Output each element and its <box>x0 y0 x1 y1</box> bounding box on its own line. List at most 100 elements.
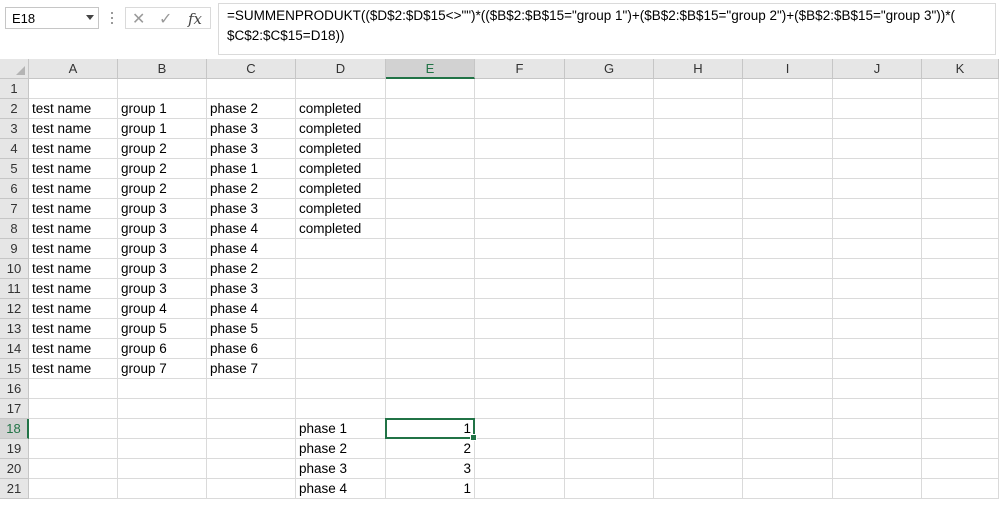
cell-j18[interactable] <box>833 419 922 439</box>
cell-f20[interactable] <box>475 459 565 479</box>
cell-f18[interactable] <box>475 419 565 439</box>
cell-g15[interactable] <box>565 359 654 379</box>
cell-b4[interactable]: group 2 <box>118 139 207 159</box>
cell-d5[interactable]: completed <box>296 159 386 179</box>
cell-a8[interactable]: test name <box>29 219 118 239</box>
cell-d21[interactable]: phase 4 <box>296 479 386 499</box>
column-header-c[interactable]: C <box>207 59 296 79</box>
cell-f16[interactable] <box>475 379 565 399</box>
column-header-k[interactable]: K <box>922 59 999 79</box>
cell-d4[interactable]: completed <box>296 139 386 159</box>
cell-d1[interactable] <box>296 79 386 99</box>
select-all-button[interactable] <box>0 59 29 79</box>
cell-d15[interactable] <box>296 359 386 379</box>
cell-b3[interactable]: group 1 <box>118 119 207 139</box>
drag-handle-icon[interactable] <box>111 12 113 26</box>
cell-g3[interactable] <box>565 119 654 139</box>
cell-g2[interactable] <box>565 99 654 119</box>
cell-h21[interactable] <box>654 479 743 499</box>
cell-b5[interactable]: group 2 <box>118 159 207 179</box>
cell-g10[interactable] <box>565 259 654 279</box>
cell-j2[interactable] <box>833 99 922 119</box>
cell-i20[interactable] <box>743 459 833 479</box>
cell-k5[interactable] <box>922 159 999 179</box>
cell-j6[interactable] <box>833 179 922 199</box>
cell-j19[interactable] <box>833 439 922 459</box>
cell-i12[interactable] <box>743 299 833 319</box>
cell-b6[interactable]: group 2 <box>118 179 207 199</box>
cell-g1[interactable] <box>565 79 654 99</box>
row-header[interactable]: 18 <box>0 419 29 439</box>
cell-f9[interactable] <box>475 239 565 259</box>
cell-d19[interactable]: phase 2 <box>296 439 386 459</box>
row-header[interactable]: 15 <box>0 359 29 379</box>
cell-g14[interactable] <box>565 339 654 359</box>
cell-k7[interactable] <box>922 199 999 219</box>
cell-h20[interactable] <box>654 459 743 479</box>
cell-d20[interactable]: phase 3 <box>296 459 386 479</box>
cell-j16[interactable] <box>833 379 922 399</box>
cell-j20[interactable] <box>833 459 922 479</box>
row-header[interactable]: 4 <box>0 139 29 159</box>
cell-b1[interactable] <box>118 79 207 99</box>
cell-d13[interactable] <box>296 319 386 339</box>
cell-f13[interactable] <box>475 319 565 339</box>
cell-f10[interactable] <box>475 259 565 279</box>
cell-d18[interactable]: phase 1 <box>296 419 386 439</box>
column-header-j[interactable]: J <box>833 59 922 79</box>
row-header[interactable]: 13 <box>0 319 29 339</box>
cell-i4[interactable] <box>743 139 833 159</box>
cell-i6[interactable] <box>743 179 833 199</box>
cell-b10[interactable]: group 3 <box>118 259 207 279</box>
cell-f7[interactable] <box>475 199 565 219</box>
cell-h17[interactable] <box>654 399 743 419</box>
cell-a16[interactable] <box>29 379 118 399</box>
cell-e5[interactable] <box>386 159 475 179</box>
row-header[interactable]: 19 <box>0 439 29 459</box>
cell-f8[interactable] <box>475 219 565 239</box>
cell-b13[interactable]: group 5 <box>118 319 207 339</box>
cell-a3[interactable]: test name <box>29 119 118 139</box>
cell-e6[interactable] <box>386 179 475 199</box>
cell-j11[interactable] <box>833 279 922 299</box>
cell-e7[interactable] <box>386 199 475 219</box>
cell-k14[interactable] <box>922 339 999 359</box>
cell-f19[interactable] <box>475 439 565 459</box>
cell-b14[interactable]: group 6 <box>118 339 207 359</box>
cell-b7[interactable]: group 3 <box>118 199 207 219</box>
cell-f3[interactable] <box>475 119 565 139</box>
cell-a17[interactable] <box>29 399 118 419</box>
cell-a7[interactable]: test name <box>29 199 118 219</box>
row-header[interactable]: 10 <box>0 259 29 279</box>
column-header-i[interactable]: I <box>743 59 833 79</box>
cell-f6[interactable] <box>475 179 565 199</box>
cell-c10[interactable]: phase 2 <box>207 259 296 279</box>
cell-a9[interactable]: test name <box>29 239 118 259</box>
cell-h14[interactable] <box>654 339 743 359</box>
row-header[interactable]: 1 <box>0 79 29 99</box>
cell-h4[interactable] <box>654 139 743 159</box>
cell-f11[interactable] <box>475 279 565 299</box>
enter-icon[interactable]: ✓ <box>159 9 172 29</box>
cell-d11[interactable] <box>296 279 386 299</box>
cell-c19[interactable] <box>207 439 296 459</box>
cell-i8[interactable] <box>743 219 833 239</box>
cell-g5[interactable] <box>565 159 654 179</box>
cell-c17[interactable] <box>207 399 296 419</box>
column-header-a[interactable]: A <box>29 59 118 79</box>
cell-k4[interactable] <box>922 139 999 159</box>
cell-j17[interactable] <box>833 399 922 419</box>
row-header[interactable]: 8 <box>0 219 29 239</box>
cell-h13[interactable] <box>654 319 743 339</box>
formula-input[interactable]: =SUMMENPRODUKT(($D$2:$D$15<>"")*(($B$2:$… <box>218 3 996 55</box>
cell-j15[interactable] <box>833 359 922 379</box>
cell-c14[interactable]: phase 6 <box>207 339 296 359</box>
cell-h2[interactable] <box>654 99 743 119</box>
cell-b18[interactable] <box>118 419 207 439</box>
column-header-g[interactable]: G <box>565 59 654 79</box>
cell-c9[interactable]: phase 4 <box>207 239 296 259</box>
cell-j4[interactable] <box>833 139 922 159</box>
cell-a4[interactable]: test name <box>29 139 118 159</box>
cell-k19[interactable] <box>922 439 999 459</box>
cell-f2[interactable] <box>475 99 565 119</box>
